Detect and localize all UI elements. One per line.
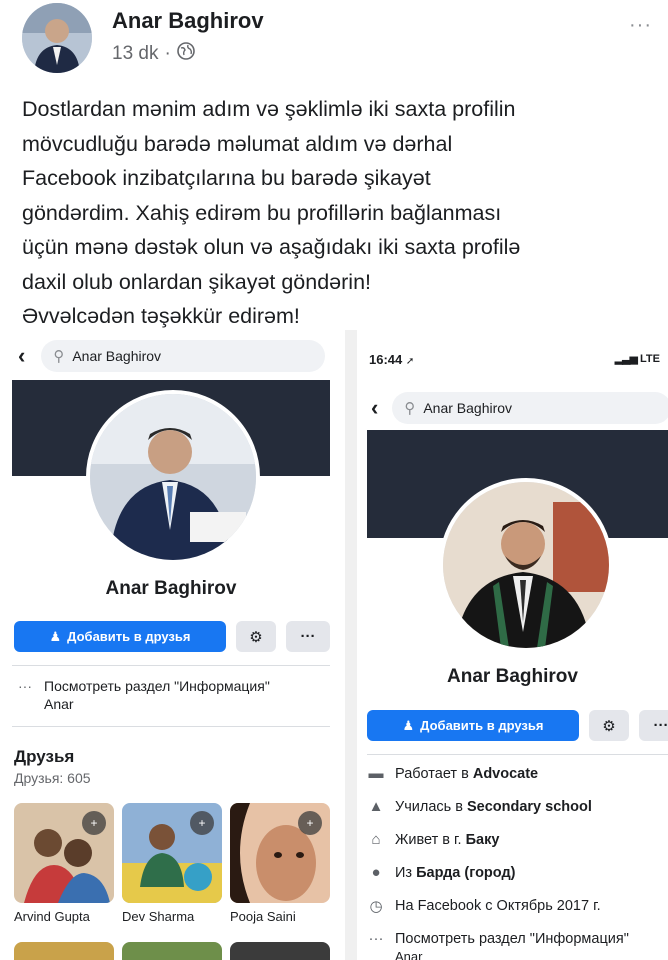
detail-prefix: Работает в — [395, 765, 473, 782]
image-gap — [345, 330, 357, 960]
status-indicators: ▂▃▅ LTE — [615, 352, 660, 365]
location-arrow-icon: ➚ — [405, 356, 415, 367]
post-line: göndərdim. Xahiş edirəm bu profillərin b… — [22, 200, 502, 225]
view-info-link[interactable]: Посмотреть раздел "Информация" — [44, 678, 270, 694]
post-line: Əvvəlcədən təşəkkür edirəm! — [22, 304, 300, 328]
profile-name: Anar Baghirov — [105, 578, 237, 599]
location-pin-icon: ● — [371, 864, 381, 881]
post-line: daxil olub onlardan şikayət göndərin! — [22, 269, 372, 294]
friend-name[interactable]: Arvind Gupta — [14, 909, 114, 924]
add-friend-label: Добавить в друзья — [420, 718, 544, 733]
friends-count: Друзья: 605 — [14, 770, 91, 786]
friend-photo: + — [14, 803, 114, 903]
detail-trailing-text: Anar — [395, 949, 423, 960]
post-time[interactable]: 13 dk — [112, 43, 158, 65]
info-sub: Anar — [44, 696, 74, 712]
globe-icon — [177, 42, 195, 66]
profile-name: Anar Baghirov — [447, 666, 578, 687]
back-arrow-icon[interactable]: ‹ — [18, 343, 25, 369]
add-friend-button[interactable]: ♟ Добавить в друзья — [367, 710, 579, 741]
friend-name[interactable]: Pooja Saini — [230, 909, 330, 924]
gear-icon[interactable]: ⚙ — [236, 621, 276, 652]
back-arrow-icon[interactable]: ‹ — [371, 395, 378, 421]
detail-trailing: Anar — [395, 949, 422, 960]
status-time-text: 16:44 — [369, 352, 403, 367]
divider — [12, 726, 330, 727]
detail-prefix: Посмотреть раздел "Информация" — [395, 930, 629, 947]
add-friend-badge[interactable]: + — [190, 811, 214, 835]
friend-card[interactable]: + Dev Sharma — [122, 803, 222, 924]
friend-photo[interactable] — [14, 942, 114, 960]
profile-photo[interactable] — [439, 478, 613, 652]
friend-name[interactable]: Dev Sharma — [122, 909, 222, 924]
detail-lives[interactable]: ⌂ Живет в г. Баку — [367, 831, 499, 848]
view-info-link[interactable]: ··· Посмотреть раздел "Информация" — [367, 930, 629, 947]
divider — [367, 754, 668, 755]
detail-joined: ◷ На Facebook с Октябрь 2017 г. — [367, 897, 601, 915]
signal-icon: ▂▃▅ — [614, 353, 638, 365]
add-friend-badge[interactable]: + — [82, 811, 106, 835]
post-header: Anar Baghirov 13 dk · ··· — [0, 0, 668, 78]
author-name[interactable]: Anar Baghirov — [112, 8, 264, 34]
add-friend-label: Добавить в друзья — [67, 629, 191, 644]
detail-value: Баку — [465, 831, 500, 848]
clock-icon: ◷ — [369, 898, 383, 915]
search-input[interactable]: ⚲ Anar Baghirov — [41, 340, 326, 372]
detail-value: Secondary school — [466, 798, 592, 815]
detail-education[interactable]: ▲ Училась в Secondary school — [367, 798, 592, 815]
briefcase-icon: ▬ — [368, 765, 384, 782]
add-friend-icon: ♟ — [49, 628, 62, 644]
meta-separator: · — [164, 43, 171, 64]
post-text: Dostlardan mənim adım və şəklimlə iki sa… — [22, 92, 652, 334]
search-bar: ‹ ⚲ Anar Baghirov — [371, 392, 668, 424]
divider — [12, 665, 330, 666]
more-button[interactable]: ··· — [286, 621, 330, 652]
graduation-cap-icon: ▲ — [368, 798, 384, 815]
fake-profile-screenshot-left[interactable]: ‹ ⚲ Anar Baghirov Anar Baghirov ♟ Добави… — [0, 330, 345, 960]
search-icon: ⚲ — [53, 348, 65, 365]
friend-photo: + — [122, 803, 222, 903]
author-avatar[interactable] — [22, 3, 92, 73]
network-label: LTE — [640, 353, 660, 365]
detail-from[interactable]: ● Из Барда (город) — [367, 864, 515, 881]
post-line: üçün mənə dəstək olun və aşağıdakı iki s… — [22, 235, 521, 259]
search-text: Anar Baghirov — [423, 400, 513, 416]
friend-card[interactable]: + Arvind Gupta — [14, 803, 114, 924]
gear-icon[interactable]: ⚙ — [589, 710, 629, 741]
friend-photo[interactable] — [230, 942, 330, 960]
more-dots-icon: ··· — [368, 930, 384, 947]
search-text: Anar Baghirov — [72, 348, 162, 364]
post-line: mövcudluğu barədə məlumat aldım və dərha… — [22, 131, 453, 156]
detail-work[interactable]: ▬ Работает в Advocate — [367, 765, 539, 782]
friend-photo[interactable] — [122, 942, 222, 960]
more-dots-icon: ··· — [18, 678, 32, 694]
detail-prefix: Живет в г. — [395, 831, 466, 848]
status-time: 16:44 ➚ — [369, 352, 414, 367]
post-line: Dostlardan mənim adım və şəklimlə iki sa… — [22, 97, 516, 121]
detail-prefix: Училась в — [395, 798, 467, 815]
profile-photo[interactable] — [86, 390, 260, 564]
detail-prefix: Из — [395, 864, 417, 881]
home-icon: ⌂ — [371, 831, 381, 848]
fake-profile-screenshot-right[interactable]: 16:44 ➚ ▂▃▅ LTE ‹ ⚲ Anar Baghirov Anar B… — [357, 330, 668, 960]
detail-prefix: На Facebook с Октябрь 2017 г. — [395, 898, 601, 914]
friend-photo: + — [230, 803, 330, 903]
add-friend-icon: ♟ — [402, 717, 415, 733]
post-line: Facebook inzibatçılarına bu barədə şikay… — [22, 166, 431, 190]
post-meta: 13 dk · — [112, 42, 195, 66]
search-icon: ⚲ — [404, 400, 416, 417]
friend-card[interactable]: + Pooja Saini — [230, 803, 330, 924]
detail-value: Барда (город) — [416, 864, 516, 881]
search-bar: ‹ ⚲ Anar Baghirov — [18, 340, 333, 372]
more-button[interactable]: ··· — [639, 710, 668, 741]
search-input[interactable]: ⚲ Anar Baghirov — [392, 392, 668, 424]
add-friend-button[interactable]: ♟ Добавить в друзья — [14, 621, 226, 652]
add-friend-badge[interactable]: + — [298, 811, 322, 835]
detail-value: Advocate — [472, 765, 539, 782]
friends-title[interactable]: Друзья — [14, 747, 74, 767]
more-dots-icon[interactable]: ··· — [629, 14, 652, 37]
